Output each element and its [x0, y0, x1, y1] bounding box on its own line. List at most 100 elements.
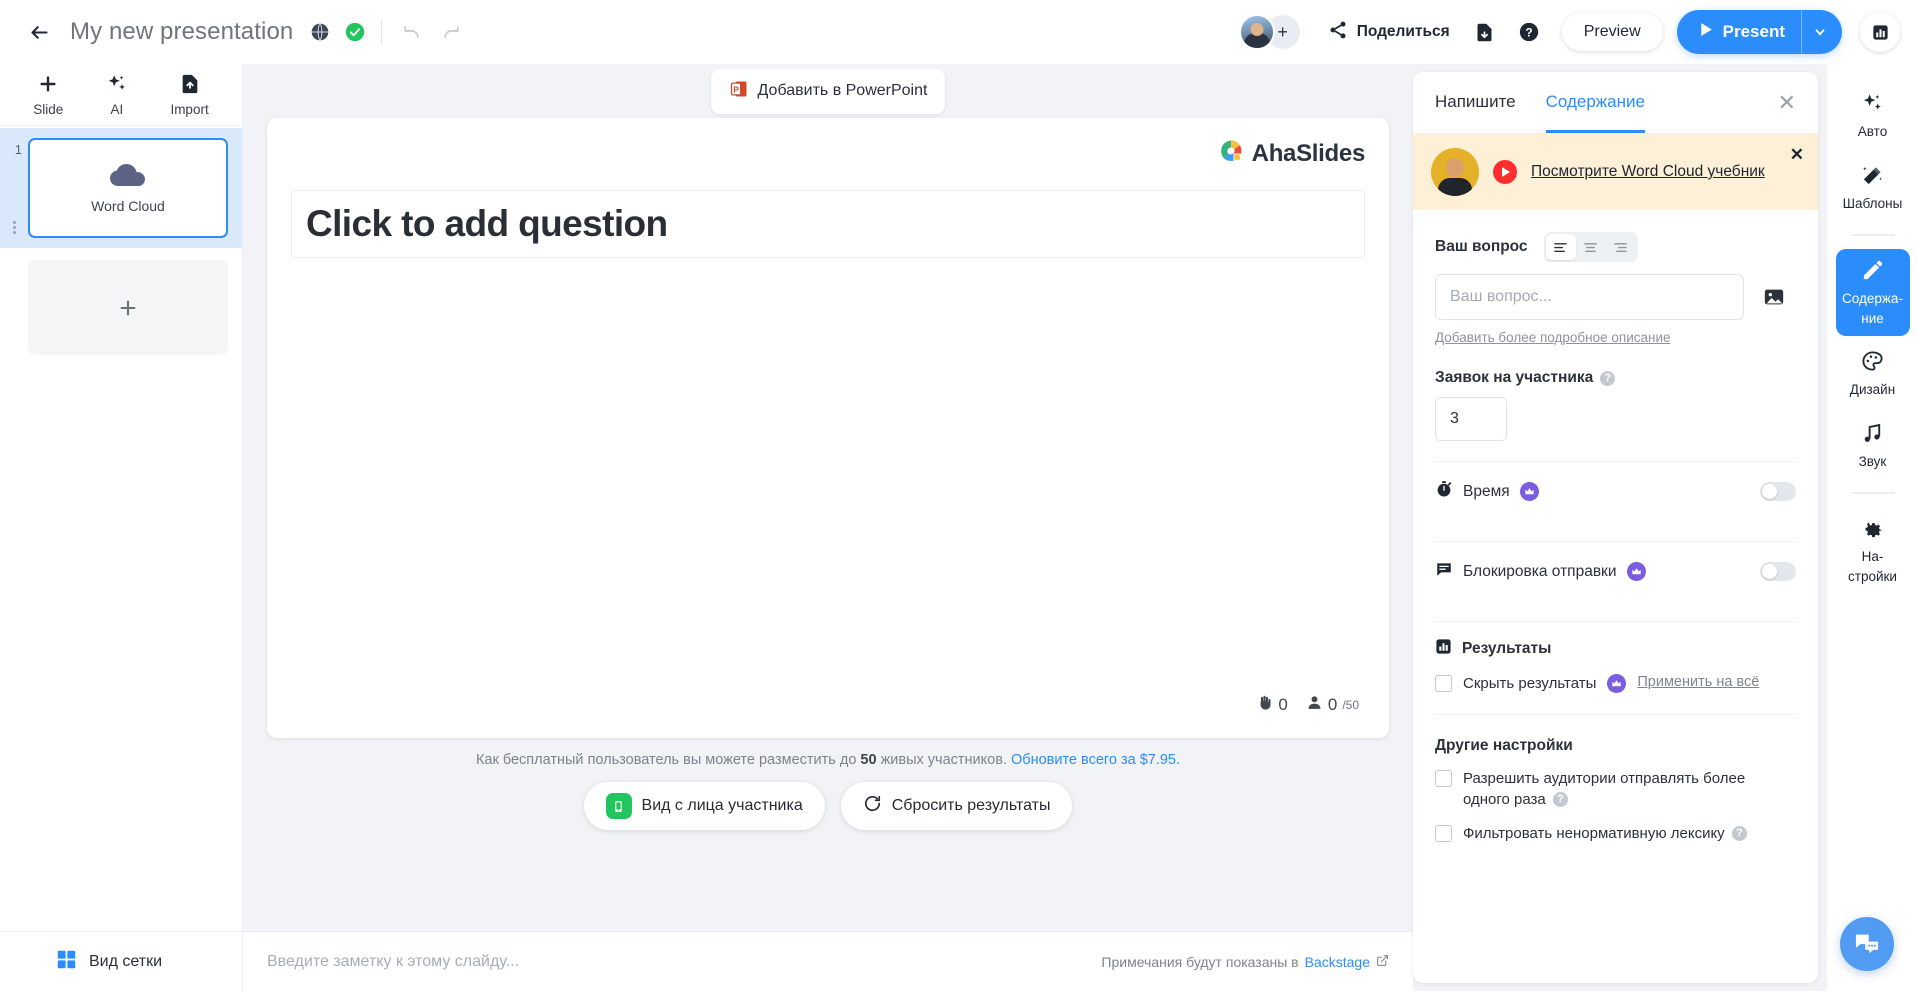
- slides-list: 1 Word Cloud: [0, 126, 242, 931]
- rail-item-templates[interactable]: Шаблоны: [1836, 154, 1910, 222]
- align-center-icon[interactable]: [1576, 234, 1606, 260]
- share-button[interactable]: Поделиться: [1318, 13, 1460, 52]
- help-circle-icon[interactable]: ?: [1510, 13, 1548, 51]
- question-input-row: [1435, 274, 1796, 320]
- panel-tabs: Напишите Содержание ✕: [1413, 72, 1818, 134]
- add-description-link[interactable]: Добавить более подробное описание: [1435, 330, 1671, 345]
- slide-drag-handle[interactable]: [13, 221, 16, 234]
- phone-icon: [605, 793, 632, 819]
- cloud-icon: [108, 162, 148, 193]
- divider: [1435, 714, 1796, 716]
- rail-item-design[interactable]: Дизайн: [1836, 340, 1910, 408]
- svg-text:P: P: [733, 84, 739, 94]
- notes-hint: Примечания будут показаны в Backstage: [1101, 954, 1389, 970]
- align-left-icon[interactable]: [1545, 234, 1576, 260]
- free-plan-note: Как бесплатный пользователь вы можете ра…: [476, 752, 1180, 768]
- tab-soderzhanie[interactable]: Содержание: [1545, 73, 1645, 133]
- add-slide-tool[interactable]: Slide: [23, 70, 73, 120]
- present-dropdown-button[interactable]: [1801, 10, 1842, 54]
- panel-scroll: Посмотрите Word Cloud учебник ✕ Ваш вопр…: [1413, 134, 1818, 983]
- image-icon[interactable]: [1752, 274, 1796, 320]
- grid-view-button[interactable]: Вид сетки: [0, 931, 242, 991]
- app-root: My new presentation + Поделиться ? Previ…: [0, 0, 1918, 991]
- participants-count: 0: [1327, 695, 1338, 714]
- redo-icon[interactable]: [438, 19, 464, 45]
- add-to-powerpoint-button[interactable]: P Добавить в PowerPoint: [710, 68, 946, 114]
- panel-close-icon[interactable]: ✕: [1778, 91, 1796, 114]
- slides-sidebar: Slide AI Import 1 Word Cloud Вид сетки: [0, 64, 243, 991]
- youtube-play-icon[interactable]: [1493, 160, 1517, 184]
- ai-tool[interactable]: AI: [96, 70, 138, 120]
- rail-item-sound[interactable]: Звук: [1836, 412, 1910, 480]
- tutorial-link[interactable]: Посмотрите Word Cloud учебник: [1531, 163, 1765, 181]
- premium-crown-icon: [1626, 562, 1646, 581]
- powerpoint-icon: P: [729, 79, 749, 104]
- participant-view-label: Вид с лица участника: [641, 797, 803, 814]
- tab-napishite[interactable]: Напишите: [1435, 73, 1516, 133]
- slide-canvas[interactable]: AhaSlides Click to add question 0 0 /50: [267, 118, 1389, 738]
- question-label: Ваш вопрос: [1435, 238, 1528, 255]
- help-icon[interactable]: ?: [1600, 370, 1616, 386]
- free-note-limit: 50: [860, 752, 877, 768]
- hide-results-checkbox[interactable]: [1435, 675, 1452, 692]
- file-upload-icon: [179, 73, 201, 100]
- allow-multiple-row: Разрешить аудитории отправлять более одн…: [1435, 755, 1796, 810]
- slide-item[interactable]: 1 Word Cloud: [0, 128, 242, 248]
- comment-icon: [1435, 560, 1453, 583]
- present-button[interactable]: Present: [1677, 10, 1801, 54]
- notes-hint-prefix: Примечания будут показаны в: [1101, 953, 1299, 970]
- undo-icon[interactable]: [398, 19, 424, 45]
- premium-crown-icon: [1607, 674, 1627, 693]
- statistics-button[interactable]: [1860, 12, 1900, 52]
- avatar[interactable]: [1238, 14, 1275, 50]
- notes-input[interactable]: [267, 952, 1102, 971]
- slide-thumbnail[interactable]: Word Cloud: [28, 138, 228, 238]
- tutorial-close-icon[interactable]: ✕: [1790, 145, 1804, 165]
- chat-bubbles-icon[interactable]: [1840, 917, 1894, 971]
- timer-toggle[interactable]: [1760, 482, 1796, 501]
- apply-to-all-link[interactable]: Применить на всё: [1637, 674, 1759, 690]
- align-right-icon[interactable]: [1606, 234, 1636, 260]
- upgrade-link[interactable]: Обновите всего за $7.95.: [1011, 752, 1180, 768]
- music-icon: [1861, 422, 1884, 450]
- export-icon[interactable]: [1466, 13, 1504, 51]
- slide-number: 1: [14, 142, 22, 157]
- ahaslides-logo: AhaSlides: [1218, 138, 1365, 169]
- presentation-title[interactable]: My new presentation: [70, 18, 293, 46]
- rail-label-templates: Шаблоны: [1842, 195, 1903, 211]
- participant-view-button[interactable]: Вид с лица участника: [583, 782, 825, 830]
- profanity-filter-checkbox[interactable]: [1435, 824, 1452, 842]
- back-button[interactable]: [22, 15, 56, 49]
- rail-item-content[interactable]: Содержа- ние: [1835, 249, 1910, 337]
- preview-button[interactable]: Preview: [1561, 13, 1663, 51]
- import-tool[interactable]: Import: [160, 70, 218, 120]
- grid-view-label: Вид сетки: [89, 952, 163, 970]
- question-input[interactable]: [1435, 274, 1744, 320]
- present-button-group[interactable]: Present: [1676, 10, 1842, 54]
- backstage-link[interactable]: Backstage: [1305, 954, 1370, 970]
- profanity-filter-text: Фильтровать ненормативную лексику: [1463, 824, 1725, 842]
- rail-item-settings[interactable]: На- стройки: [1836, 507, 1910, 594]
- free-note-prefix: Как бесплатный пользователь вы можете ра…: [475, 752, 861, 768]
- hide-results-row: Скрыть результаты Применить на всё: [1435, 660, 1796, 694]
- globe-icon[interactable]: [309, 21, 331, 43]
- rail-item-auto[interactable]: Авто: [1836, 82, 1910, 150]
- saved-check-icon: [345, 22, 365, 42]
- help-icon[interactable]: ?: [1552, 792, 1568, 808]
- collaborator-avatars: +: [1238, 14, 1300, 50]
- question-placeholder-box[interactable]: Click to add question: [291, 190, 1365, 258]
- help-icon[interactable]: ?: [1731, 826, 1747, 842]
- share-icon: [1328, 20, 1348, 45]
- add-slide-button[interactable]: [28, 260, 228, 355]
- submission-lock-toggle[interactable]: [1760, 562, 1796, 581]
- allow-multiple-checkbox[interactable]: [1435, 770, 1452, 788]
- import-tool-label: Import: [170, 101, 209, 117]
- body-row: Slide AI Import 1 Word Cloud Вид сетки P…: [0, 64, 1918, 991]
- grid-icon: [56, 949, 77, 975]
- entries-input[interactable]: [1435, 397, 1507, 441]
- reset-results-button[interactable]: Сбросить результаты: [840, 782, 1073, 830]
- share-label: Поделиться: [1356, 23, 1450, 40]
- external-link-icon: [1376, 954, 1389, 970]
- person-icon: [1306, 694, 1323, 716]
- slide-tools: Slide AI Import: [0, 64, 242, 126]
